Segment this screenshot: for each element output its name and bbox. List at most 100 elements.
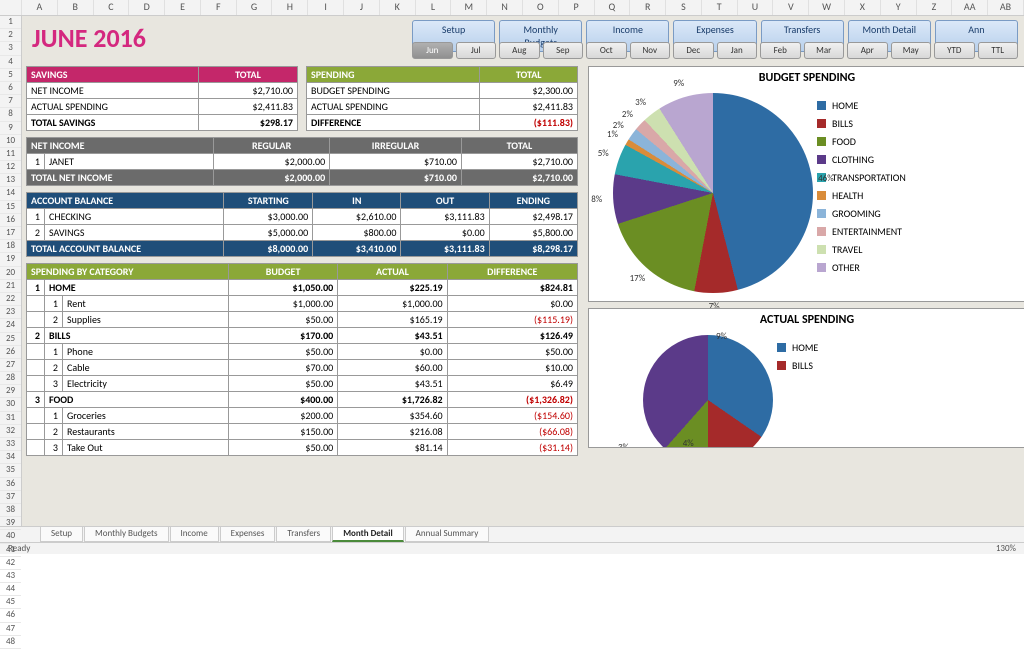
row-header[interactable]: 45: [0, 596, 21, 609]
row-header[interactable]: 30: [0, 398, 21, 411]
pie-slice-label: 17%: [630, 273, 646, 284]
col-header[interactable]: N: [487, 0, 523, 15]
month-button[interactable]: YTD: [934, 42, 975, 59]
row-header[interactable]: 38: [0, 504, 21, 517]
month-button[interactable]: Jan: [717, 42, 758, 59]
col-header[interactable]: W: [809, 0, 845, 15]
row-header[interactable]: 18: [0, 240, 21, 253]
row-header[interactable]: 43: [0, 570, 21, 583]
col-header[interactable]: V: [773, 0, 809, 15]
row-header[interactable]: 37: [0, 491, 21, 504]
sheet-tab[interactable]: Expenses: [220, 527, 276, 542]
row-header[interactable]: 42: [0, 557, 21, 570]
sheet-tab[interactable]: Month Detail: [332, 527, 403, 542]
row-header[interactable]: 33: [0, 438, 21, 451]
row-header[interactable]: 47: [0, 623, 21, 636]
col-header[interactable]: R: [630, 0, 666, 15]
row-header[interactable]: 23: [0, 306, 21, 319]
row-header[interactable]: 48: [0, 636, 21, 649]
row-header[interactable]: 11: [0, 148, 21, 161]
month-button[interactable]: Oct: [586, 42, 627, 59]
row-header[interactable]: 13: [0, 174, 21, 187]
col-header[interactable]: O: [523, 0, 559, 15]
row-header[interactable]: 28: [0, 372, 21, 385]
col-header[interactable]: D: [129, 0, 165, 15]
row-header[interactable]: 20: [0, 267, 21, 280]
sheet-tab[interactable]: Annual Summary: [405, 527, 490, 542]
row-header[interactable]: 26: [0, 346, 21, 359]
row-header[interactable]: 36: [0, 478, 21, 491]
sheet-tab[interactable]: Setup: [40, 527, 83, 542]
row-header[interactable]: 17: [0, 227, 21, 240]
row-header[interactable]: 4: [0, 56, 21, 69]
col-header[interactable]: H: [272, 0, 308, 15]
row-header[interactable]: 14: [0, 187, 21, 200]
row-header[interactable]: 9: [0, 122, 21, 135]
col-header[interactable]: I: [308, 0, 344, 15]
row-header[interactable]: 22: [0, 293, 21, 306]
sheet-tab[interactable]: Monthly Budgets: [84, 527, 168, 542]
row-header[interactable]: 1: [0, 16, 21, 29]
legend-item: GROOMING: [817, 207, 1017, 220]
month-button[interactable]: May: [891, 42, 932, 59]
row-header[interactable]: 44: [0, 583, 21, 596]
row-header[interactable]: 12: [0, 161, 21, 174]
col-header[interactable]: AA: [952, 0, 988, 15]
row-header[interactable]: 16: [0, 214, 21, 227]
row-header[interactable]: 25: [0, 333, 21, 346]
row-header[interactable]: 24: [0, 319, 21, 332]
col-header[interactable]: L: [416, 0, 452, 15]
row-header[interactable]: 41: [0, 544, 21, 557]
col-header[interactable]: AB: [988, 0, 1024, 15]
col-header[interactable]: U: [738, 0, 774, 15]
month-button[interactable]: Jul: [456, 42, 497, 59]
row-header[interactable]: 21: [0, 280, 21, 293]
row-header[interactable]: 29: [0, 385, 21, 398]
month-button[interactable]: Dec: [673, 42, 714, 59]
col-header[interactable]: S: [666, 0, 702, 15]
chart-legend: HOMEBILLS: [773, 331, 1021, 448]
month-button[interactable]: Feb: [760, 42, 801, 59]
row-header[interactable]: 5: [0, 69, 21, 82]
col-header[interactable]: Q: [595, 0, 631, 15]
sheet-tab[interactable]: Transfers: [276, 527, 331, 542]
row-header[interactable]: 10: [0, 135, 21, 148]
row-header[interactable]: 19: [0, 253, 21, 266]
col-header[interactable]: K: [380, 0, 416, 15]
row-header[interactable]: 35: [0, 464, 21, 477]
sheet-tab[interactable]: Income: [170, 527, 219, 542]
month-button[interactable]: Aug: [499, 42, 540, 59]
month-button[interactable]: Apr: [847, 42, 888, 59]
row-header[interactable]: 27: [0, 359, 21, 372]
col-header[interactable]: B: [58, 0, 94, 15]
col-header[interactable]: G: [237, 0, 273, 15]
row-header[interactable]: 3: [0, 42, 21, 55]
row-header[interactable]: 31: [0, 412, 21, 425]
row-header[interactable]: 15: [0, 201, 21, 214]
col-header[interactable]: Y: [881, 0, 917, 15]
col-header[interactable]: T: [702, 0, 738, 15]
col-header[interactable]: A: [22, 0, 58, 15]
month-button[interactable]: Nov: [630, 42, 671, 59]
col-header[interactable]: X: [845, 0, 881, 15]
month-button[interactable]: Jun: [412, 42, 453, 59]
row-header[interactable]: 46: [0, 609, 21, 622]
col-header[interactable]: J: [344, 0, 380, 15]
col-header[interactable]: P: [559, 0, 595, 15]
month-button[interactable]: TTL: [978, 42, 1019, 59]
col-header[interactable]: C: [94, 0, 130, 15]
row-header[interactable]: 34: [0, 451, 21, 464]
col-header[interactable]: Z: [917, 0, 953, 15]
col-header[interactable]: F: [201, 0, 237, 15]
col-header[interactable]: E: [165, 0, 201, 15]
row-header[interactable]: 40: [0, 530, 21, 543]
month-button[interactable]: Sep: [543, 42, 584, 59]
col-header[interactable]: M: [451, 0, 487, 15]
row-header[interactable]: 6: [0, 82, 21, 95]
row-header[interactable]: 39: [0, 517, 21, 530]
month-button[interactable]: Mar: [804, 42, 845, 59]
row-header[interactable]: 32: [0, 425, 21, 438]
row-header[interactable]: 8: [0, 108, 21, 121]
row-header[interactable]: 7: [0, 95, 21, 108]
row-header[interactable]: 2: [0, 29, 21, 42]
